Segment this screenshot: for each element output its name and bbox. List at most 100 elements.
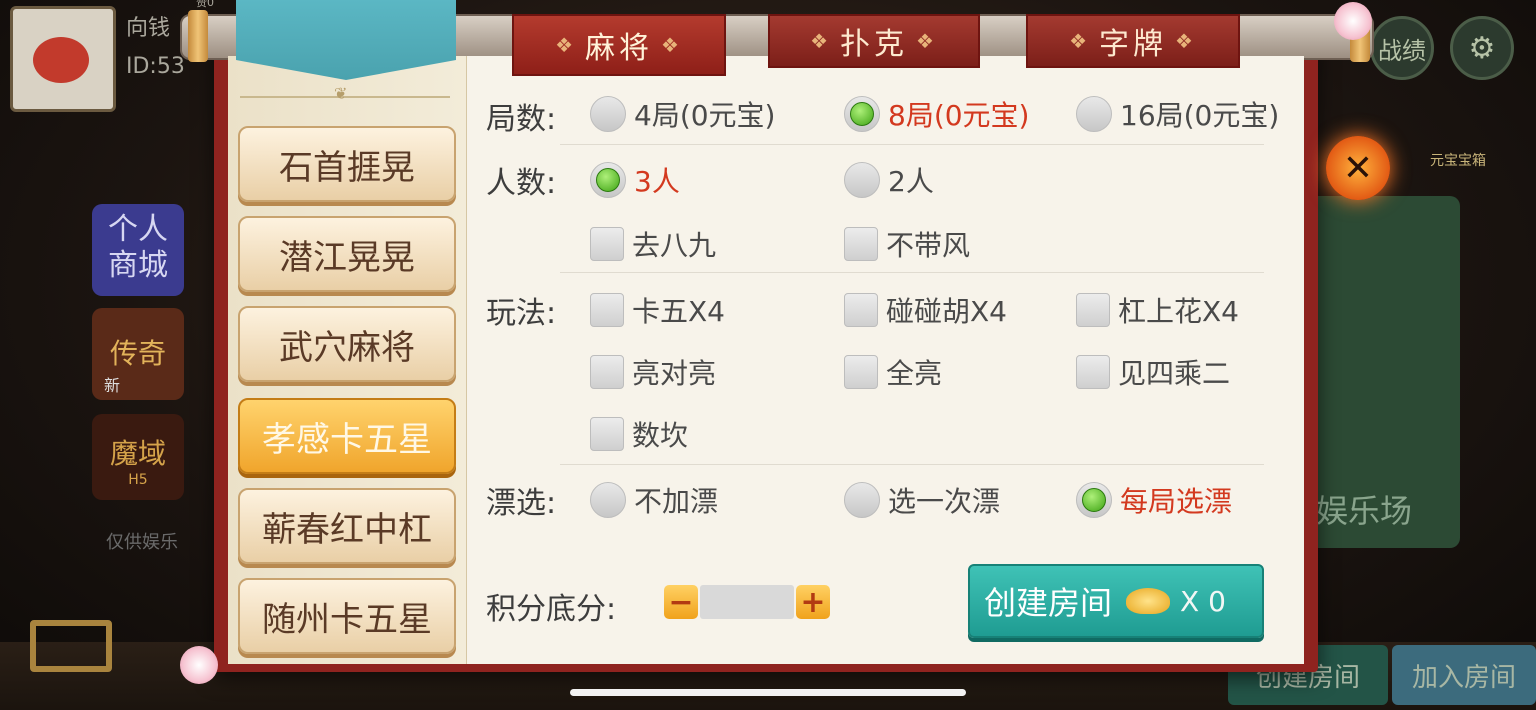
settings-gear-icon[interactable]: ⚙ <box>1450 16 1514 80</box>
checkbox[interactable] <box>1076 355 1110 389</box>
entertainment-tile[interactable]: 娱乐场 <box>1300 196 1460 548</box>
game-tile-moyu[interactable]: 魔域 H5 <box>92 414 184 500</box>
pig-avatar-icon <box>33 37 89 83</box>
extra-option-label: 不带风 <box>886 229 971 262</box>
rule-label: 见四乘二 <box>1118 357 1231 390</box>
close-button[interactable]: ✕ <box>1326 136 1390 200</box>
tab-mahjong-label: 麻将 <box>585 31 653 66</box>
record-button[interactable]: 战绩 <box>1370 16 1434 80</box>
radio-dot-icon <box>850 102 874 126</box>
rule-liangduiliang[interactable]: 亮对亮 <box>590 352 716 392</box>
piao-option-once[interactable]: 选一次漂 <box>844 480 1000 520</box>
checkbox[interactable] <box>844 227 878 261</box>
radio-button-selected[interactable] <box>590 162 626 198</box>
create-room-label: 创建房间 <box>984 584 1113 622</box>
extra-option-label: 去八九 <box>632 229 717 262</box>
game-item-label: 随州卡五星 <box>262 599 432 640</box>
rule-jiansichenger[interactable]: 见四乘二 <box>1076 352 1230 392</box>
rule-label: 全亮 <box>886 357 943 390</box>
game-item-shishou[interactable]: 石首捱晃 <box>238 126 456 202</box>
rule-shukan[interactable]: 数坎 <box>590 414 688 454</box>
piao-option-each[interactable]: 每局选漂 <box>1076 480 1232 520</box>
ornament-icon: ❖ <box>1175 29 1197 53</box>
ornament-icon: ❖ <box>1069 29 1091 53</box>
checkbox[interactable] <box>1076 293 1110 327</box>
tab-mahjong[interactable]: ❖ 麻将 ❖ <box>512 14 726 76</box>
players-option-3[interactable]: 3人 <box>590 160 680 200</box>
plus-button[interactable]: + <box>796 585 830 620</box>
scroll-cap-left <box>188 10 208 62</box>
divider <box>560 272 1264 273</box>
extra-option-budaifeng[interactable]: 不带风 <box>844 224 970 264</box>
score-label: 积分底分: <box>486 592 617 627</box>
game-item-label: 石首捱晃 <box>279 147 415 188</box>
radio-button[interactable] <box>844 162 880 198</box>
game-item-wuxue[interactable]: 武穴麻将 <box>238 306 456 382</box>
checkbox[interactable] <box>590 355 624 389</box>
player-avatar[interactable] <box>10 6 116 112</box>
player-id: ID:53 <box>126 54 185 79</box>
players-label: 人数: <box>486 166 557 201</box>
entertainment-label: 娱乐场 <box>1316 492 1413 530</box>
game-item-xiaogan[interactable]: 孝感卡五星 <box>238 398 456 474</box>
piao-option-label: 选一次漂 <box>888 485 1001 518</box>
piao-option-none[interactable]: 不加漂 <box>590 480 718 520</box>
radio-button[interactable] <box>844 482 880 518</box>
piao-option-label: 不加漂 <box>634 485 719 518</box>
game-tile-moyu-label: 魔域 <box>109 437 166 470</box>
tab-poker[interactable]: ❖ 扑克 ❖ <box>768 14 980 68</box>
tab-poker-label: 扑克 <box>840 27 908 62</box>
rounds-option-8[interactable]: 8局(0元宝) <box>844 94 1029 134</box>
game-item-qianjiang[interactable]: 潜江晃晃 <box>238 216 456 292</box>
radio-button[interactable] <box>590 482 626 518</box>
home-indicator[interactable] <box>570 689 966 696</box>
extra-option-qubajiu[interactable]: 去八九 <box>590 224 716 264</box>
rule-kawu[interactable]: 卡五X4 <box>590 290 725 330</box>
checkbox[interactable] <box>590 417 624 451</box>
game-item-label: 蕲春红中杠 <box>262 509 432 550</box>
shopping-cart-icon[interactable] <box>20 600 130 690</box>
lobby-join-room-label: 加入房间 <box>1411 662 1516 693</box>
checkbox[interactable] <box>590 227 624 261</box>
rounds-label: 局数: <box>486 102 557 137</box>
rounds-option-4[interactable]: 4局(0元宝) <box>590 94 775 134</box>
create-room-button[interactable]: 创建房间 X 0 <box>968 564 1264 638</box>
flower-icon <box>1334 2 1372 40</box>
shop-tile[interactable]: 个人 商城 <box>92 204 184 296</box>
rule-gangshanghua[interactable]: 杠上花X4 <box>1076 290 1239 330</box>
checkbox[interactable] <box>844 355 878 389</box>
gold-ingot-icon <box>1126 588 1171 614</box>
divider <box>560 144 1264 145</box>
rounds-option-16[interactable]: 16局(0元宝) <box>1076 94 1279 134</box>
radio-button-selected[interactable] <box>844 96 880 132</box>
flower-icon <box>180 646 218 684</box>
game-item-suizhou[interactable]: 随州卡五星 <box>238 578 456 654</box>
rule-label: 杠上花X4 <box>1118 295 1239 328</box>
new-badge: 新 <box>104 376 121 395</box>
record-label: 战绩 <box>1378 36 1426 65</box>
tab-zipai[interactable]: ❖ 字牌 ❖ <box>1026 14 1240 68</box>
lobby-join-room-button[interactable]: 加入房间 <box>1392 645 1536 705</box>
bow-icon: ❦ <box>334 84 348 103</box>
radio-button[interactable] <box>1076 96 1112 132</box>
cost-multiplier: X 0 <box>1180 584 1226 618</box>
rounds-option-label: 16局(0元宝) <box>1120 99 1280 132</box>
rule-label: 亮对亮 <box>632 357 717 390</box>
rule-pengpenghu[interactable]: 碰碰胡X4 <box>844 290 1007 330</box>
rules-label: 玩法: <box>486 296 557 331</box>
close-icon: ✕ <box>1342 147 1374 189</box>
score-field[interactable] <box>700 585 794 619</box>
radio-dot-icon <box>596 168 620 192</box>
checkbox[interactable] <box>844 293 878 327</box>
minus-button[interactable]: − <box>664 585 698 620</box>
players-option-2[interactable]: 2人 <box>844 160 934 200</box>
rule-quanliang[interactable]: 全亮 <box>844 352 942 392</box>
radio-button-selected[interactable] <box>1076 482 1112 518</box>
checkbox[interactable] <box>590 293 624 327</box>
piao-option-label: 每局选漂 <box>1120 485 1233 518</box>
game-item-qichun[interactable]: 蕲春红中杠 <box>238 488 456 564</box>
radio-button[interactable] <box>590 96 626 132</box>
rule-label: 卡五X4 <box>632 295 725 328</box>
players-option-label: 2人 <box>888 165 934 198</box>
tab-zipai-label: 字牌 <box>1099 27 1167 62</box>
